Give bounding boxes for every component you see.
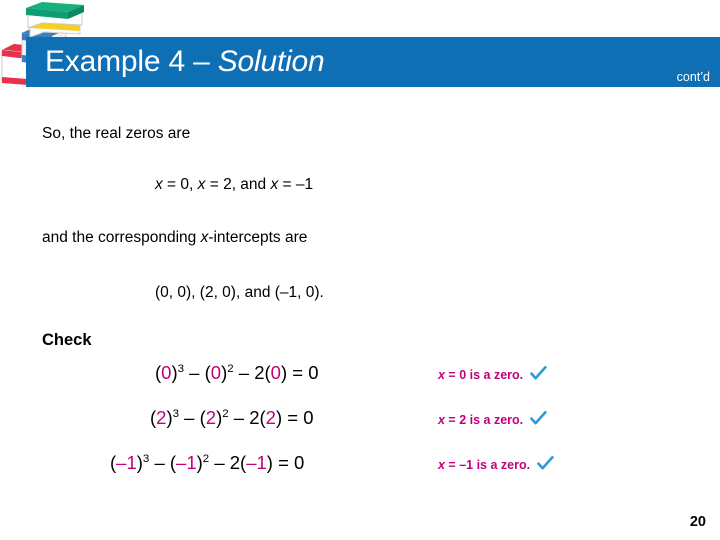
operator-3b: – 2( <box>209 452 247 473</box>
operator-2b: – 2( <box>228 407 266 428</box>
equation-tail-1: ) = 0 <box>280 362 319 383</box>
operator-1a: – ( <box>184 362 211 383</box>
equation-tail-3: ) = 0 <box>266 452 305 473</box>
zero-note-2-var: x = 2 is a zero. <box>438 412 524 428</box>
zero-note-3-italic-var: x <box>438 457 445 472</box>
zeros-eq-1: = 0, <box>162 176 198 193</box>
substituted-value-2c: 2 <box>265 407 276 428</box>
zero-note-3: x = –1 is a zero. <box>438 456 554 473</box>
equation-tail-2: ) = 0 <box>275 407 314 428</box>
substituted-value-2b: 2 <box>205 407 217 428</box>
substituted-value-1a: 0 <box>161 362 172 383</box>
zero-note-1-italic-var: x <box>438 367 445 382</box>
substituted-value-3b: –1 <box>176 452 197 473</box>
check-mark-icon <box>530 411 547 426</box>
check-mark-icon <box>537 456 554 471</box>
operator-2a: – ( <box>179 407 206 428</box>
check-equation-1: (0)3 – (0)2 – 2(0) = 0 <box>155 362 319 383</box>
operator-3a: – ( <box>149 452 177 473</box>
check-mark-icon <box>530 366 547 381</box>
zero-note-2-italic-var: x <box>438 412 445 427</box>
zero-note-3-var: x = –1 is a zero. <box>438 457 531 473</box>
substituted-value-3c: –1 <box>246 452 267 473</box>
check-heading: Check <box>42 331 92 349</box>
substituted-value-2a: 2 <box>156 407 167 428</box>
zeros-line: x = 0, x = 2, and x = –1 <box>155 176 313 193</box>
check-equation-2: (2)3 – (2)2 – 2(2) = 0 <box>150 407 314 428</box>
zero-note-1-var: x = 0 is a zero. <box>438 367 524 383</box>
substituted-value-1b: 0 <box>210 362 222 383</box>
substituted-value-3a: –1 <box>116 452 137 473</box>
check-equation-3: (–1)3 – (–1)2 – 2(–1) = 0 <box>110 452 305 473</box>
zero-note-2-text: = 2 is a zero. <box>444 412 524 427</box>
corresponding-text-post: -intercepts are <box>208 229 308 246</box>
zero-note-1: x = 0 is a zero. <box>438 366 547 383</box>
corresponding-text: and the corresponding x-intercepts are <box>42 229 307 246</box>
intercepts-line: (0, 0), (2, 0), and (–1, 0). <box>155 284 324 301</box>
slide-title-bar: Example 4 – Solution cont’d <box>26 37 720 87</box>
zeros-eq-3: = –1 <box>278 176 314 193</box>
zeros-var-1: x <box>155 176 163 193</box>
zeros-eq-2: = 2, and <box>205 176 271 193</box>
title-italic-word: Solution <box>217 45 325 78</box>
corresponding-text-pre: and the corresponding <box>42 229 201 246</box>
operator-1b: – 2( <box>233 362 271 383</box>
zero-note-1-text: = 0 is a zero. <box>444 367 524 382</box>
zero-note-2: x = 2 is a zero. <box>438 411 547 428</box>
intro-text: So, the real zeros are <box>42 125 191 142</box>
continued-label: cont’d <box>676 69 710 84</box>
substituted-value-1c: 0 <box>270 362 281 383</box>
page-title: Example 4 – Solution <box>45 47 325 77</box>
zero-note-3-text: = –1 is a zero. <box>444 457 531 472</box>
page-number: 20 <box>689 514 706 530</box>
title-prefix: Example 4 – <box>45 45 218 78</box>
